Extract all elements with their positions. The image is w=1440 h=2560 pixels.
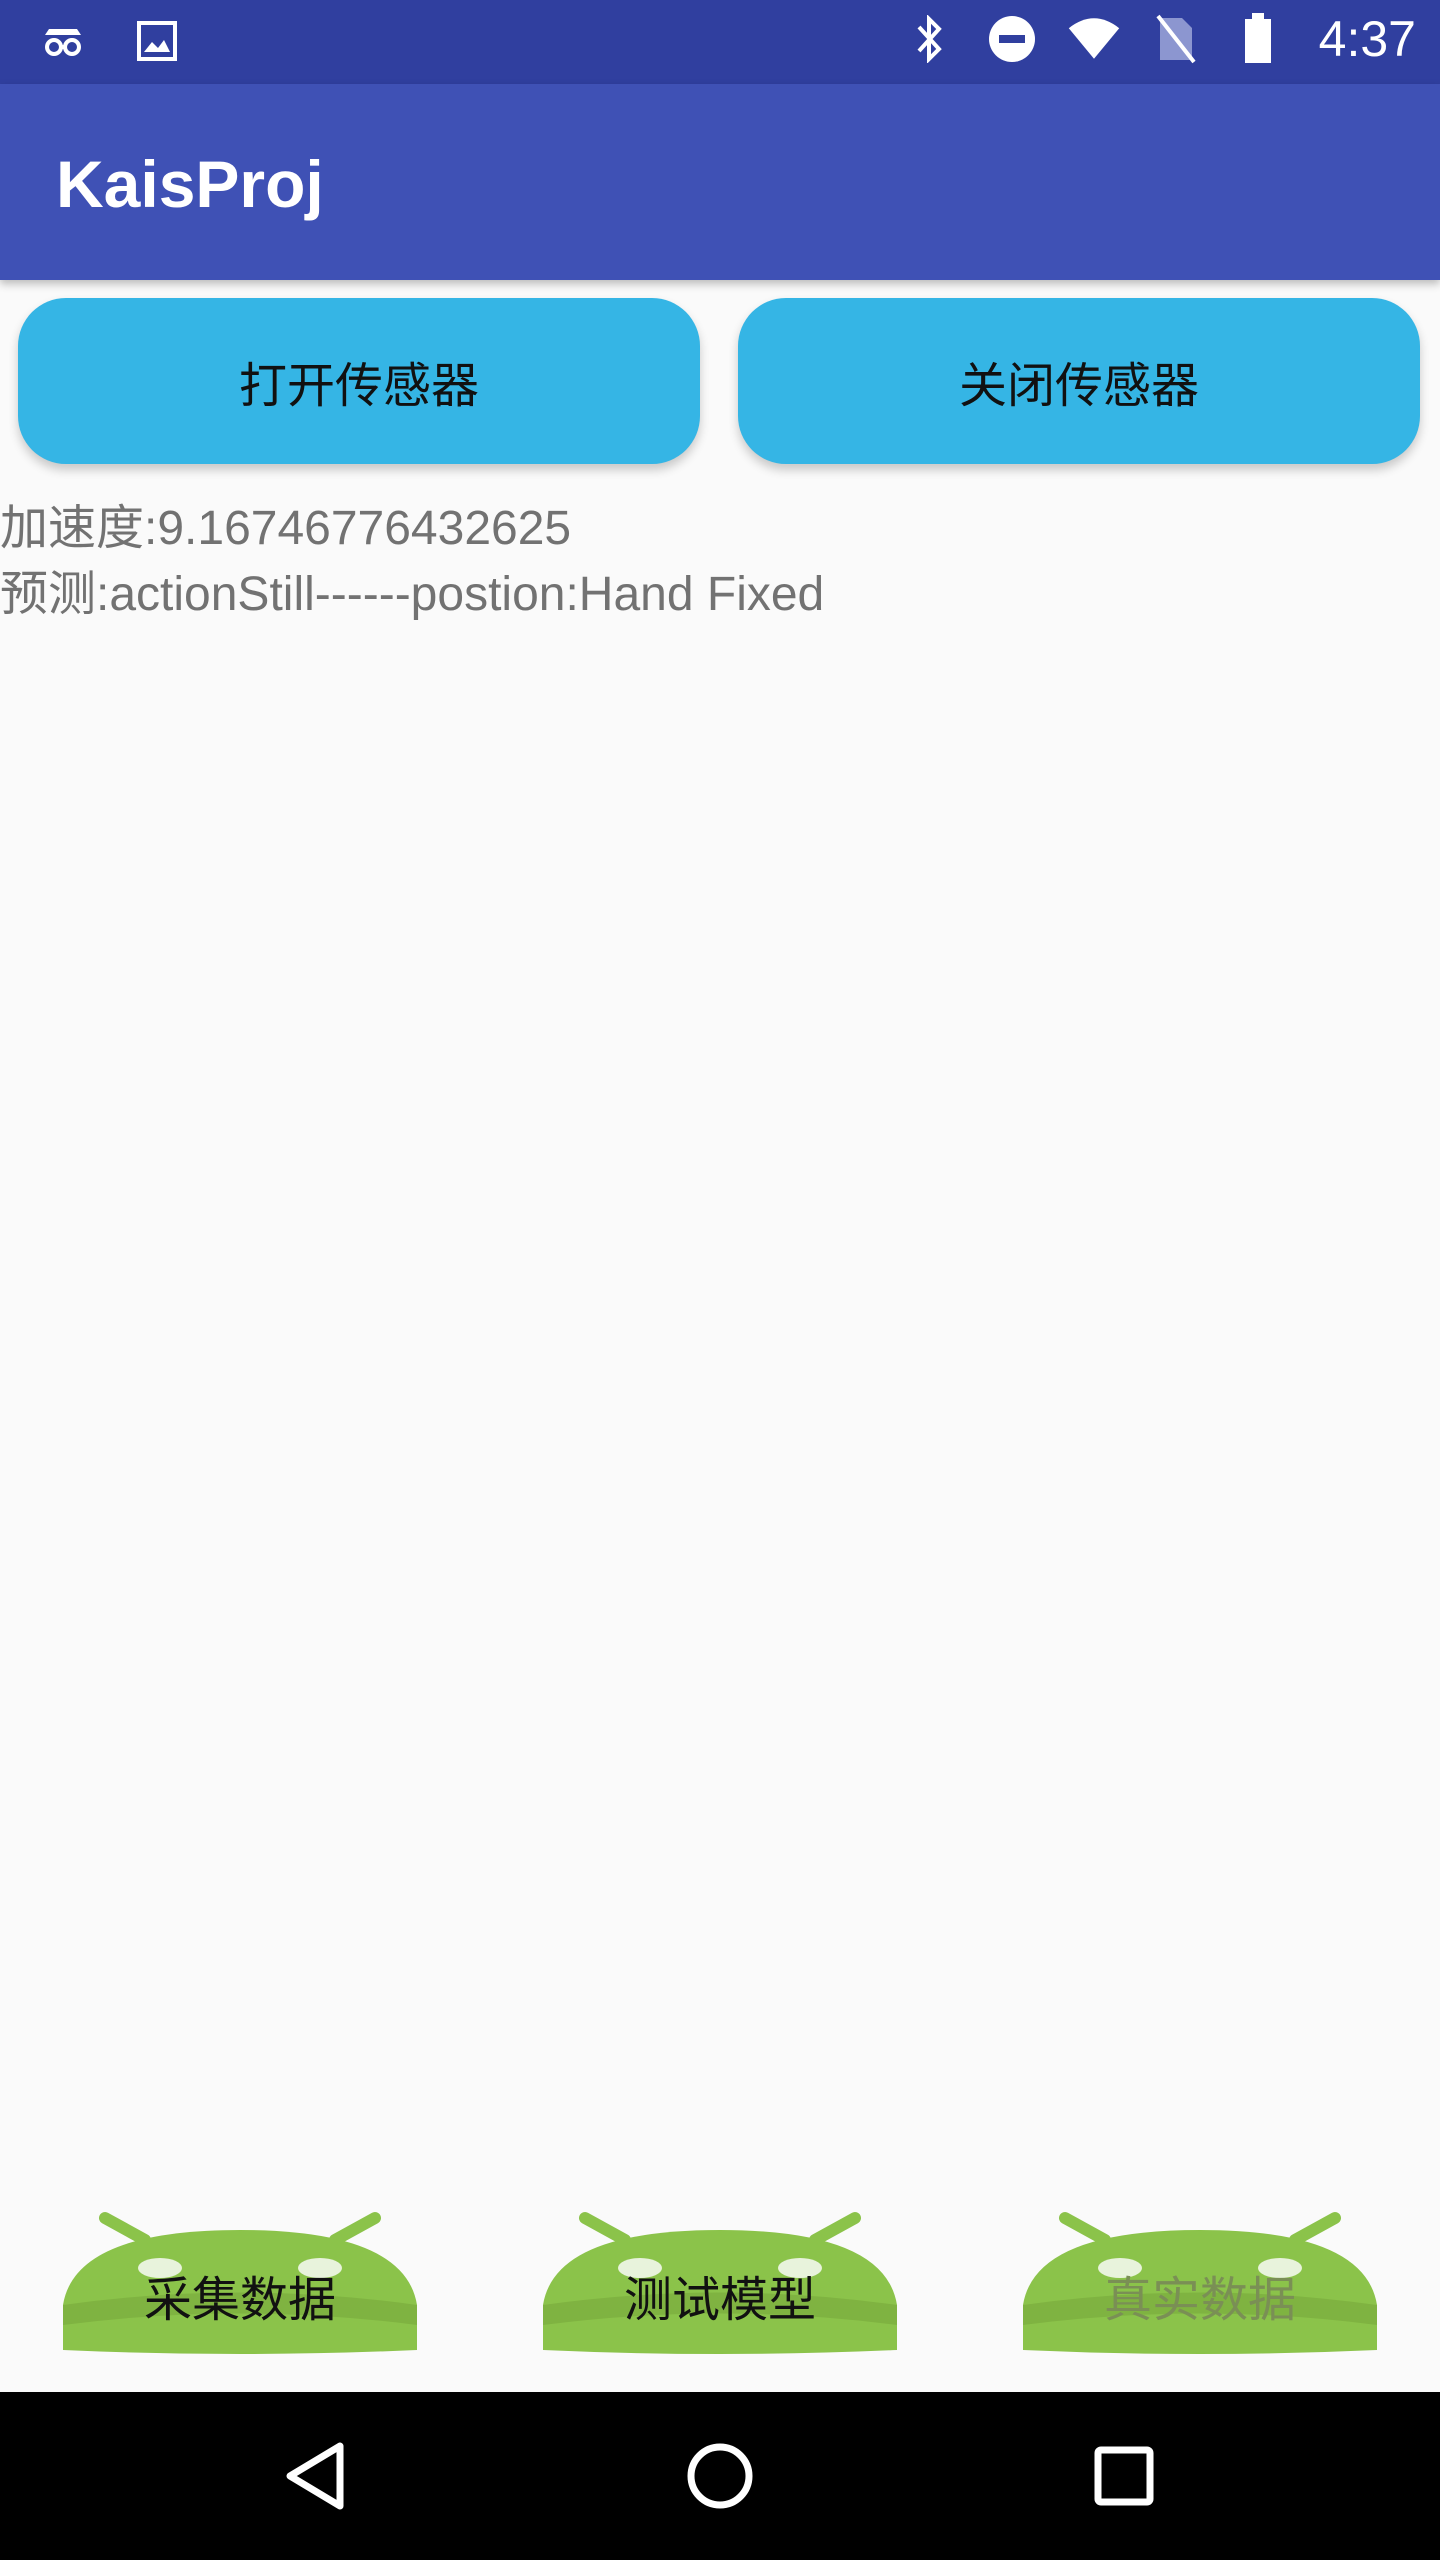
collect-data-button[interactable]: 采集数据: [55, 2210, 425, 2360]
open-sensor-button[interactable]: 打开传感器: [18, 298, 700, 464]
prediction-readout: 预测:actionStill------postion:Hand Fixed: [0, 568, 825, 621]
test-model-button[interactable]: 测试模型: [535, 2210, 905, 2360]
test-model-label: 测试模型: [623, 2272, 816, 2328]
close-sensor-button[interactable]: 关闭传感器: [738, 298, 1420, 464]
navigation-bar: [0, 2392, 1440, 2560]
acceleration-readout: 加速度:9.16746776432625: [0, 502, 572, 555]
wifi-icon: [1067, 12, 1121, 66]
incognito-icon: [36, 14, 90, 68]
no-sim-icon: [1149, 12, 1203, 66]
battery-icon: [1231, 12, 1285, 66]
app-title: KaisProj: [56, 147, 324, 221]
app-bar: KaisProj: [0, 84, 1440, 280]
image-icon: [130, 14, 184, 68]
back-icon[interactable]: [274, 2434, 358, 2518]
recent-apps-icon[interactable]: [1082, 2434, 1166, 2518]
bluetooth-icon: [903, 12, 957, 66]
do-not-disturb-icon: [985, 12, 1039, 66]
home-icon[interactable]: [678, 2434, 762, 2518]
collect-data-label: 采集数据: [143, 2272, 336, 2328]
real-data-label: 真实数据: [1103, 2272, 1296, 2328]
real-data-button[interactable]: 真实数据: [1015, 2210, 1385, 2360]
status-bar: 4:37: [0, 0, 1440, 84]
clock: 4:37: [1318, 11, 1416, 67]
